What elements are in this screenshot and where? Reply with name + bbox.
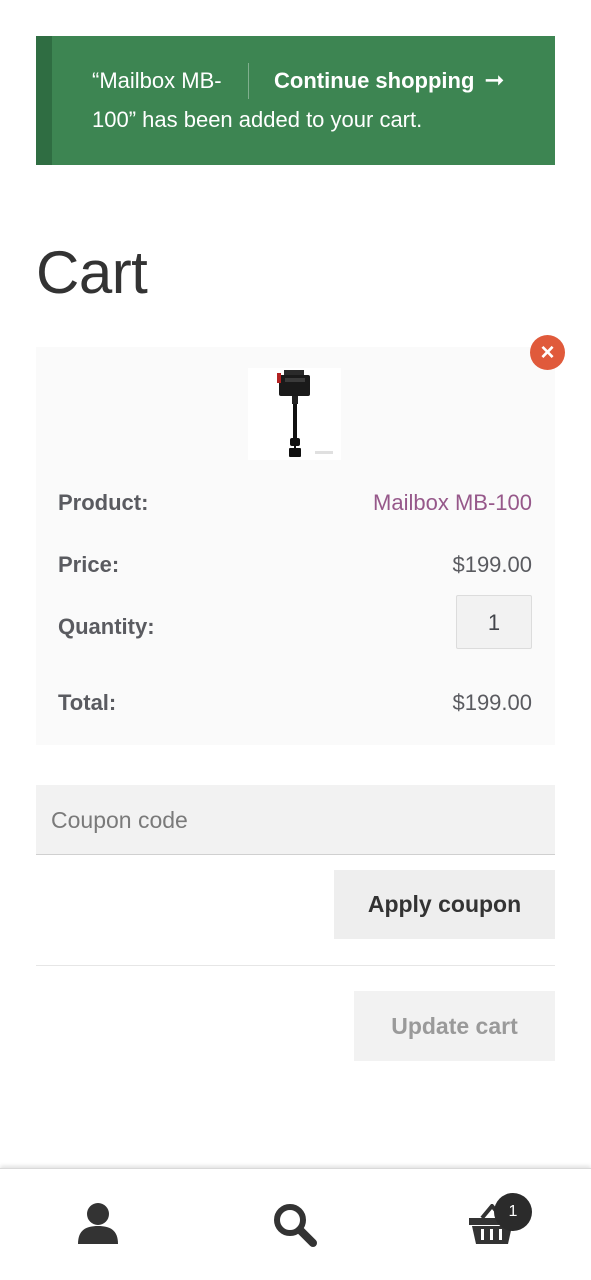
product-row: Product: Mailbox MB-100 [58, 490, 532, 516]
notice-message-line2: 100” has been added to your cart. [92, 107, 423, 132]
mailbox-image [277, 370, 333, 457]
quantity-input[interactable]: 1 [456, 595, 532, 649]
notice-message-line1: “Mailbox MB- [92, 68, 222, 93]
quantity-label: Quantity: [58, 614, 155, 639]
price-value: $199.00 [452, 552, 532, 577]
price-label: Price: [58, 552, 120, 577]
total-row: Total: $199.00 [58, 690, 532, 716]
update-cart-button[interactable]: Update cart [354, 991, 555, 1061]
cart-notice: “Mailbox MB- 100” has been added to your… [36, 36, 555, 165]
page-title: Cart [36, 239, 148, 306]
product-name-link[interactable]: Mailbox MB-100 [373, 490, 532, 516]
quantity-row: Quantity: 1 [58, 595, 532, 649]
arrow-right-icon: ➞ [484, 67, 505, 94]
total-label: Total: [58, 690, 117, 715]
search-icon[interactable] [272, 1202, 318, 1253]
total-value: $199.00 [452, 690, 532, 715]
price-row: Price: $199.00 [58, 552, 532, 578]
remove-item-icon[interactable]: × [530, 335, 565, 370]
continue-shopping-label: Continue shopping [274, 68, 475, 93]
divider [36, 965, 555, 966]
apply-coupon-button[interactable]: Apply coupon [334, 870, 555, 939]
product-thumbnail[interactable] [248, 368, 341, 460]
continue-shopping-button[interactable]: Continue shopping ➞ [248, 63, 505, 99]
account-icon[interactable] [76, 1200, 120, 1251]
cart-count-badge: 1 [494, 1193, 532, 1231]
coupon-code-input[interactable]: Coupon code [36, 785, 555, 855]
product-label: Product: [58, 490, 149, 515]
